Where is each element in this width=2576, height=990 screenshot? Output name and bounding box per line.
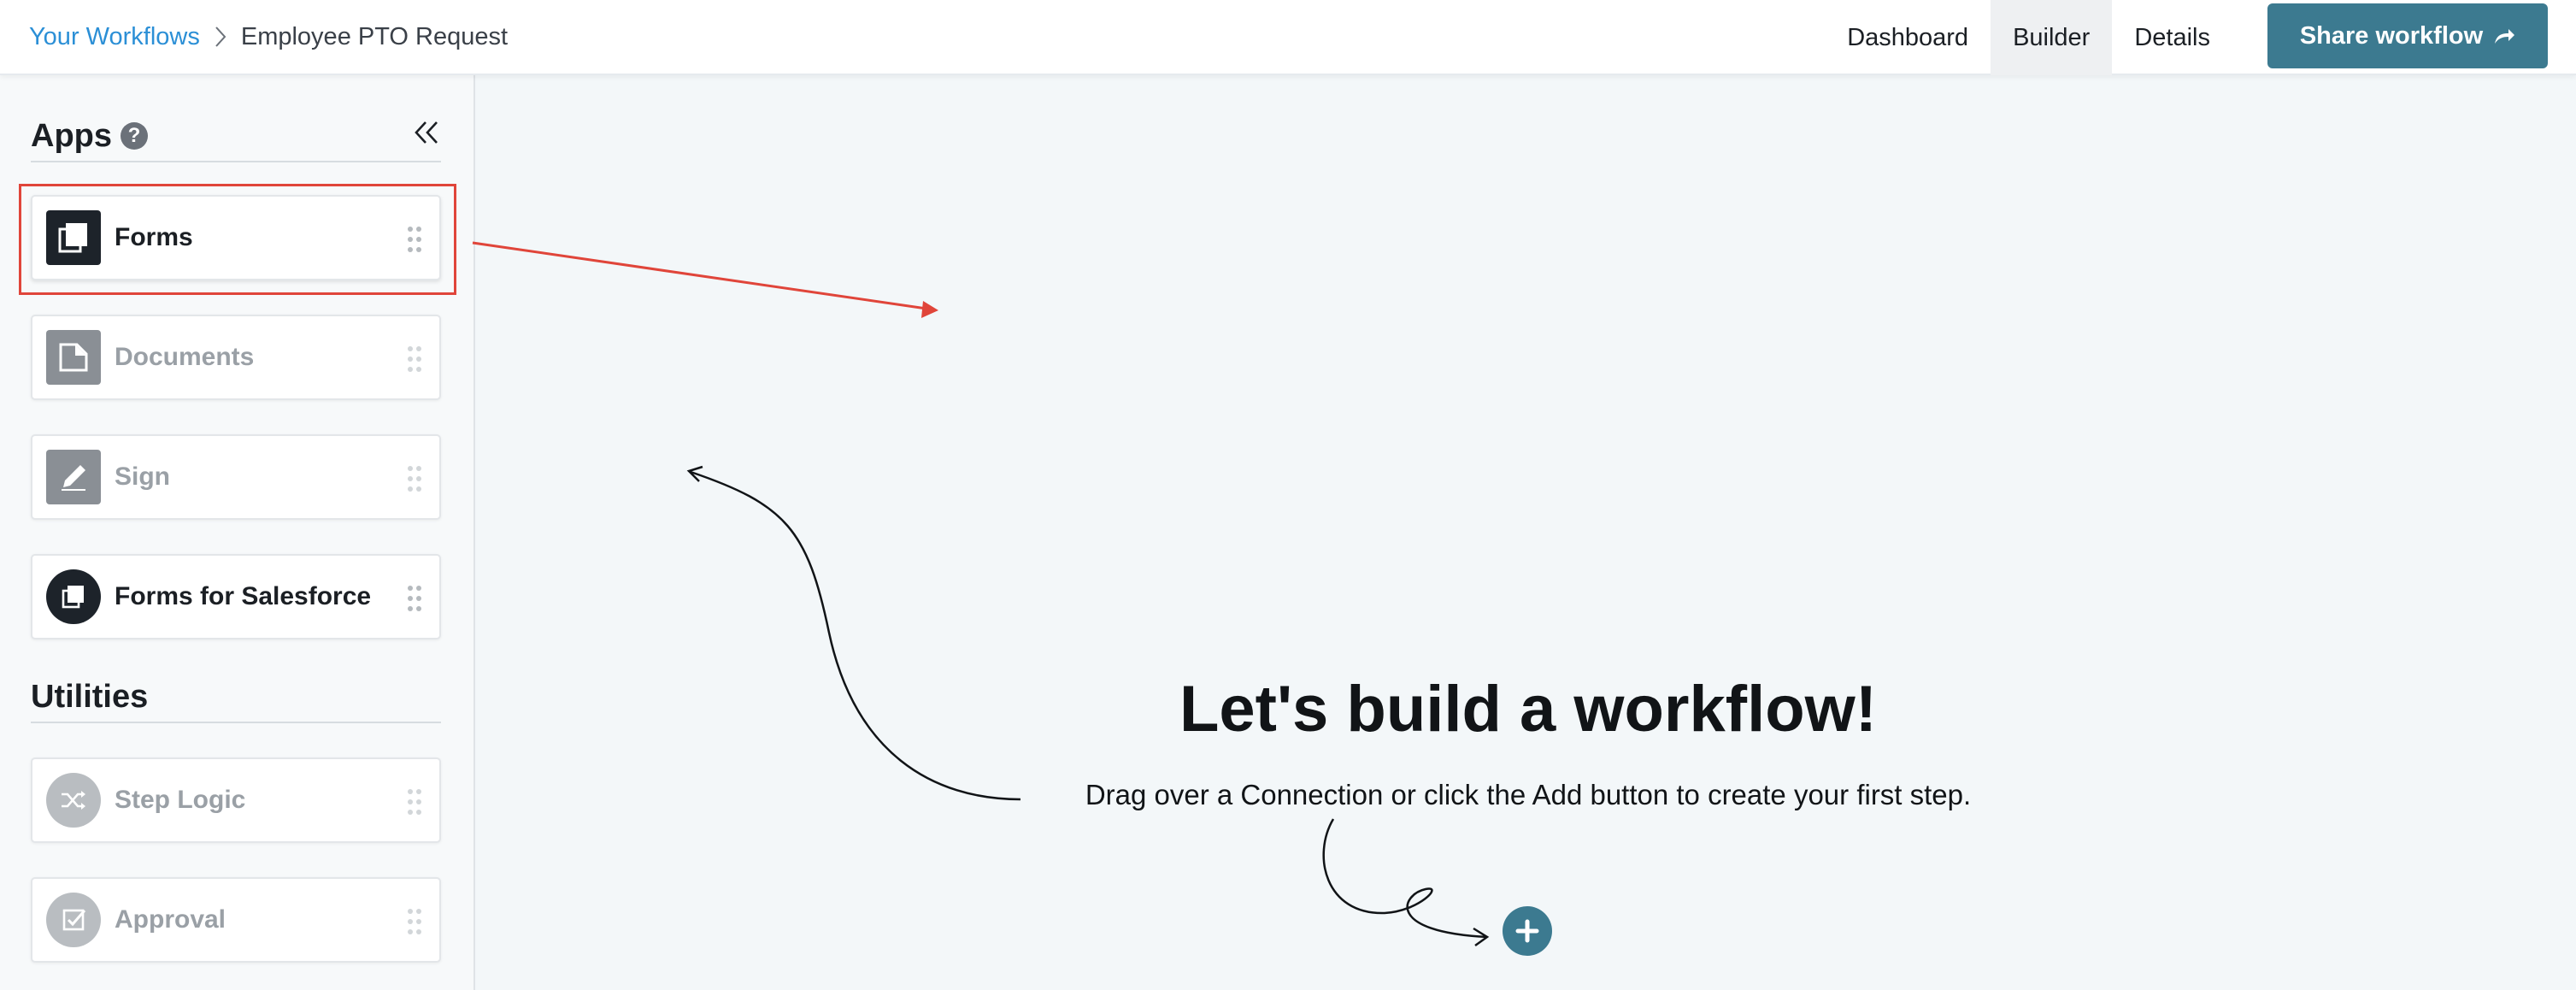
app-label: Step Logic <box>115 786 246 814</box>
add-step-button[interactable] <box>1503 906 1552 956</box>
drag-handle-icon[interactable] <box>407 585 422 616</box>
apps-section-header: Apps ? <box>31 111 441 162</box>
drag-handle-icon[interactable] <box>407 465 422 497</box>
app-label: Sign <box>115 463 170 491</box>
help-icon[interactable]: ? <box>121 122 148 150</box>
collapse-sidebar-icon[interactable] <box>412 120 441 150</box>
share-workflow-button[interactable]: Share workflow <box>2267 3 2548 68</box>
nav-details[interactable]: Details <box>2112 0 2232 75</box>
pencil-icon <box>46 450 101 504</box>
app-card-sign[interactable]: Sign <box>31 434 441 520</box>
top-header: Your Workflows Employee PTO Request Dash… <box>0 0 2576 75</box>
app-card-approval[interactable]: Approval <box>31 877 441 963</box>
drag-handle-icon[interactable] <box>407 226 422 257</box>
breadcrumb-your-workflows-link[interactable]: Your Workflows <box>29 23 200 51</box>
utilities-section-header: Utilities <box>31 672 441 723</box>
workflow-canvas[interactable] <box>477 75 2576 990</box>
share-workflow-label: Share workflow <box>2299 21 2484 50</box>
drag-handle-icon[interactable] <box>407 908 422 940</box>
empty-state-subtitle: Drag over a Connection or click the Add … <box>1085 779 1972 810</box>
share-arrow-icon <box>2493 27 2515 45</box>
breadcrumb-current-page: Employee PTO Request <box>240 22 509 50</box>
breadcrumb: Your Workflows Employee PTO Request <box>29 23 508 51</box>
shuffle-icon <box>46 773 101 828</box>
utilities-section-title: Utilities <box>31 678 149 715</box>
app-label: Forms for Salesforce <box>115 582 372 610</box>
drag-handle-icon[interactable] <box>407 788 422 820</box>
documents-icon <box>46 330 101 385</box>
main-nav: Dashboard Builder Details <box>1825 0 2232 75</box>
empty-state-title: Let's build a workflow! <box>1179 673 1878 745</box>
chevron-right-icon <box>209 25 232 49</box>
app-label: Forms <box>115 223 193 251</box>
app-card-step-logic[interactable]: Step Logic <box>31 757 441 843</box>
app-card-forms[interactable]: Forms <box>31 195 441 280</box>
app-card-documents[interactable]: Documents <box>31 315 441 400</box>
salesforce-forms-icon <box>46 569 101 624</box>
forms-icon <box>46 210 101 265</box>
app-label: Approval <box>115 905 226 934</box>
approval-check-icon <box>46 893 101 947</box>
plus-icon <box>1515 919 1539 943</box>
app-label: Documents <box>115 343 255 371</box>
apps-section-title: Apps <box>31 117 112 154</box>
drag-handle-icon[interactable] <box>407 345 422 377</box>
nav-builder[interactable]: Builder <box>1991 0 2113 75</box>
app-card-forms-for-salesforce[interactable]: Forms for Salesforce <box>31 554 441 639</box>
nav-dashboard[interactable]: Dashboard <box>1825 0 1991 75</box>
